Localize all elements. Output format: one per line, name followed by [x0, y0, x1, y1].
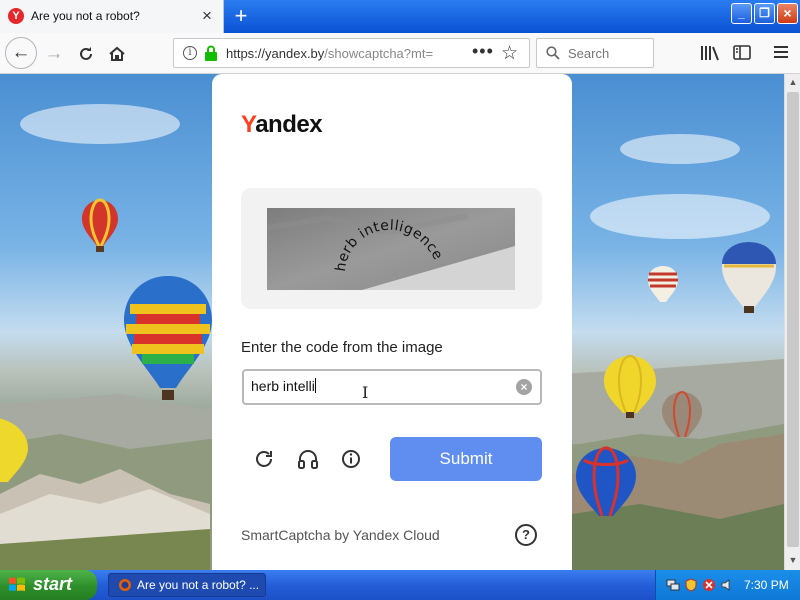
nav-bar: ← → i https://yandex.by/showcaptcha?mt= … — [0, 33, 800, 74]
refresh-captcha-icon[interactable] — [250, 445, 278, 473]
balloon-striped — [648, 266, 678, 302]
taskbar-window-title: Are you not a robot? ... — [137, 578, 260, 592]
tab-active[interactable]: Y Are you not a robot? × — [0, 0, 224, 33]
balloon-blue-striped — [576, 446, 636, 517]
start-button[interactable]: start — [0, 570, 97, 600]
security-shield-icon[interactable] — [684, 578, 698, 592]
captcha-input-value: herb intelli — [251, 378, 315, 394]
scroll-up-arrow-icon[interactable]: ▲ — [785, 74, 800, 90]
balloon-yellow-left — [0, 418, 28, 482]
speaker-icon[interactable] — [720, 578, 734, 592]
minimize-button[interactable]: _ — [731, 3, 752, 24]
tab-title: Are you not a robot? — [31, 9, 140, 23]
library-icon[interactable] — [700, 45, 720, 61]
scroll-thumb[interactable] — [787, 92, 799, 547]
captcha-image: herb intelligence — [267, 208, 515, 290]
tab-close-icon[interactable]: × — [198, 7, 216, 25]
help-question-icon[interactable]: ? — [515, 524, 537, 546]
url-path: /showcaptcha?mt= — [324, 46, 434, 61]
captcha-prompt: Enter the code from the image — [241, 339, 443, 356]
page-scrollbar[interactable]: ▲ ▼ — [784, 74, 800, 570]
reload-button[interactable] — [71, 39, 101, 69]
captcha-code-input[interactable]: herb intelli × — [242, 369, 542, 405]
start-label: start — [33, 574, 73, 594]
hamburger-menu-icon[interactable] — [773, 45, 789, 59]
taskbar-window-item[interactable]: Are you not a robot? ... — [108, 573, 266, 597]
site-info-icon[interactable]: i — [183, 46, 197, 60]
url-text: https://yandex.by/showcaptcha?mt= — [226, 46, 440, 61]
text-caret — [314, 378, 316, 393]
search-icon — [546, 46, 560, 60]
logo-letter: Y — [241, 111, 256, 138]
search-input[interactable]: Search — [536, 38, 654, 68]
submit-button[interactable]: Submit — [390, 437, 542, 481]
info-icon[interactable] — [337, 445, 365, 473]
maximize-button[interactable]: ❐ — [754, 3, 775, 24]
browser-window-icon — [119, 579, 131, 591]
balloon-grey — [662, 391, 702, 438]
sidebar-icon[interactable] — [733, 45, 751, 60]
scroll-down-arrow-icon[interactable]: ▼ — [785, 552, 800, 568]
balloon-yellow — [604, 355, 656, 418]
home-button[interactable] — [102, 39, 132, 69]
page-actions-icon[interactable]: ••• — [472, 41, 494, 62]
forward-button[interactable]: → — [39, 39, 69, 69]
tab-bar: Y Are you not a robot? × + _ ❐ × — [0, 0, 800, 33]
lock-icon — [205, 45, 217, 61]
balloon-blue-white — [722, 242, 776, 313]
balloon-red — [82, 198, 118, 252]
yandex-favicon-icon: Y — [8, 8, 24, 24]
logo-text: andex — [255, 111, 323, 138]
new-tab-button[interactable]: + — [229, 4, 253, 28]
bookmark-star-icon[interactable]: ☆ — [501, 42, 518, 65]
home-icon — [109, 46, 125, 61]
alert-icon[interactable] — [702, 578, 716, 592]
clear-input-icon[interactable]: × — [516, 379, 532, 395]
text-cursor-icon: I — [362, 383, 369, 402]
system-tray: 7:30 PM — [655, 570, 800, 600]
captcha-card: Yandex herb intelligence Enter the code … — [212, 74, 572, 570]
close-window-button[interactable]: × — [777, 3, 798, 24]
taskbar: start Are you not a robot? ... 7:30 PM — [0, 570, 800, 600]
audio-captcha-headphones-icon[interactable] — [294, 445, 322, 473]
back-button[interactable]: ← — [5, 37, 37, 69]
yandex-logo: Yandex — [241, 111, 323, 139]
smartcaptcha-footer[interactable]: SmartCaptcha by Yandex Cloud — [241, 527, 440, 543]
url-host: https://yandex.by — [226, 46, 325, 61]
windows-flag-icon — [9, 577, 25, 591]
clock: 7:30 PM — [744, 578, 789, 592]
reload-icon — [80, 47, 92, 60]
captcha-image-container: herb intelligence — [241, 188, 542, 309]
balloon-multicolor — [124, 276, 212, 400]
network-icon[interactable] — [666, 578, 680, 592]
search-placeholder: Search — [568, 46, 610, 61]
address-bar[interactable]: i https://yandex.by/showcaptcha?mt= ••• … — [173, 38, 530, 68]
